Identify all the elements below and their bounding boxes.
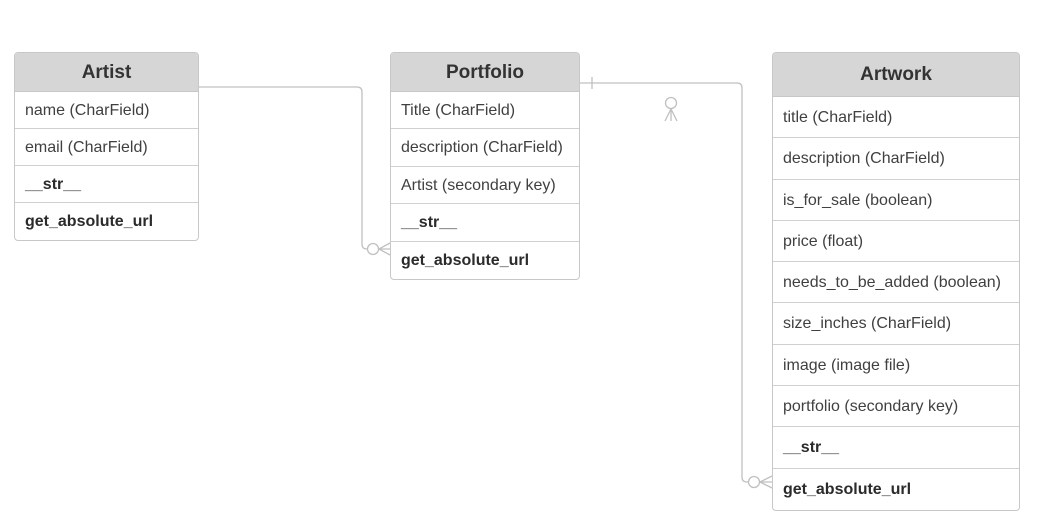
field-row: name (CharField): [15, 92, 198, 129]
entity-title: Portfolio: [391, 53, 579, 92]
field-row: Artist (secondary key): [391, 167, 579, 205]
portfolio-artwork-connector: [580, 82, 772, 483]
field-row: description (CharField): [391, 129, 579, 167]
field-row: size_inches (CharField): [773, 303, 1019, 345]
artwork-entity[interactable]: Artwork title (CharField) description (C…: [772, 52, 1020, 511]
stray-zero-many-symbol: [664, 96, 678, 122]
field-row: description (CharField): [773, 138, 1019, 180]
field-row: price (float): [773, 221, 1019, 263]
field-row: needs_to_be_added (boolean): [773, 262, 1019, 304]
field-row: email (CharField): [15, 129, 198, 166]
artist-entity[interactable]: Artist name (CharField) email (CharField…: [14, 52, 199, 241]
field-row: portfolio (secondary key): [773, 386, 1019, 428]
method-row: get_absolute_url: [783, 480, 912, 498]
field-row: title (CharField): [773, 97, 1019, 139]
entity-title: Artist: [15, 53, 198, 92]
portfolio-entity[interactable]: Portfolio Title (CharField) description …: [390, 52, 580, 280]
method-row: __str__: [773, 427, 1019, 469]
method-row: __str__: [391, 204, 579, 242]
field-row: image (image file): [773, 345, 1019, 387]
artist-portfolio-connector: [199, 86, 390, 250]
method-row: get_absolute_url: [25, 213, 154, 230]
method-row: __str__: [15, 166, 198, 203]
field-row: is_for_sale (boolean): [773, 180, 1019, 221]
entity-title: Artwork: [773, 53, 1019, 97]
field-row: Title (CharField): [391, 92, 579, 130]
method-row: get_absolute_url: [401, 251, 530, 269]
